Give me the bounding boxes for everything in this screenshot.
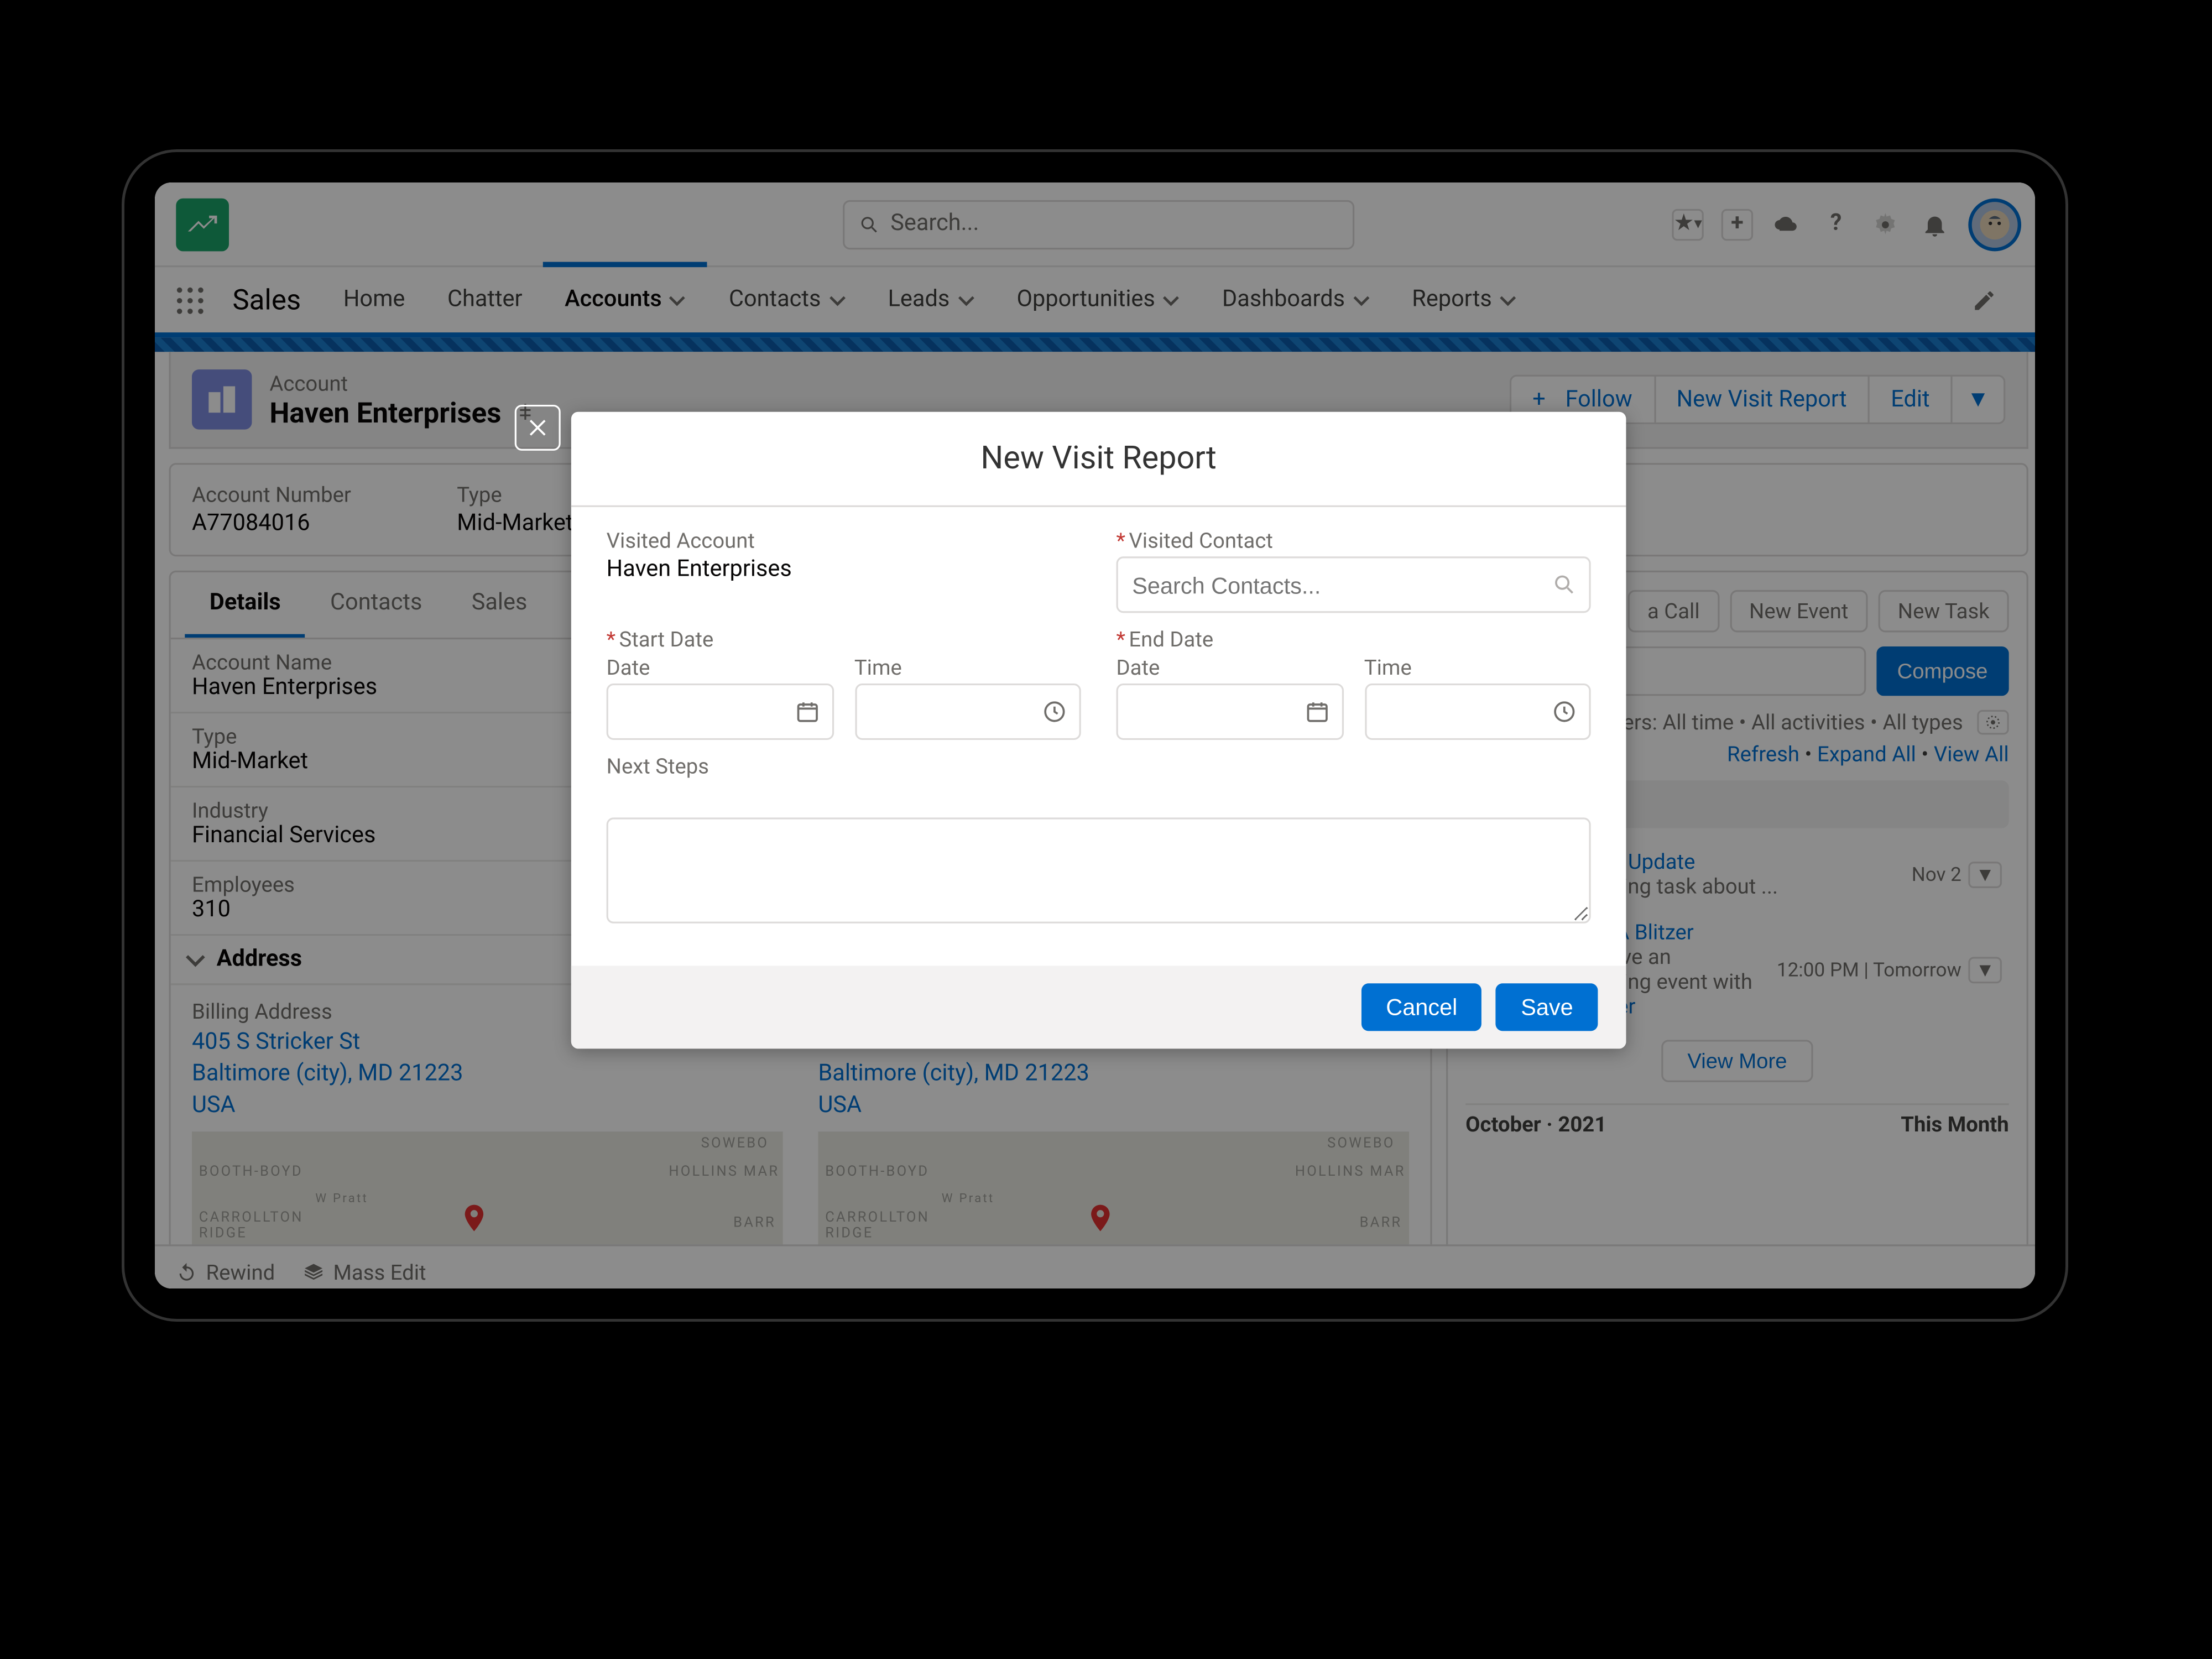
clock-icon [1552, 700, 1577, 724]
calendar-icon [1304, 700, 1329, 724]
visited-contact-input[interactable] [1117, 556, 1591, 613]
next-steps-label: Next Steps [607, 754, 1591, 779]
end-date-group: *End Date Date Tim [1117, 627, 1591, 740]
start-date-group: *Start Date Date T [607, 627, 1081, 740]
new-visit-report-modal: New Visit Report Visited Account Haven E… [571, 412, 1626, 1049]
modal-close-button[interactable] [515, 405, 561, 451]
next-steps-textarea[interactable] [607, 817, 1591, 923]
search-icon [1552, 572, 1577, 597]
visited-contact-field: *Visited Contact [1117, 528, 1591, 613]
save-button[interactable]: Save [1496, 983, 1598, 1031]
clock-icon [1042, 700, 1067, 724]
close-icon [525, 415, 550, 440]
calendar-icon [794, 700, 819, 724]
modal-title: New Visit Report [571, 412, 1626, 507]
visited-account-field: Visited Account Haven Enterprises [607, 528, 1081, 613]
cancel-button[interactable]: Cancel [1361, 983, 1482, 1031]
